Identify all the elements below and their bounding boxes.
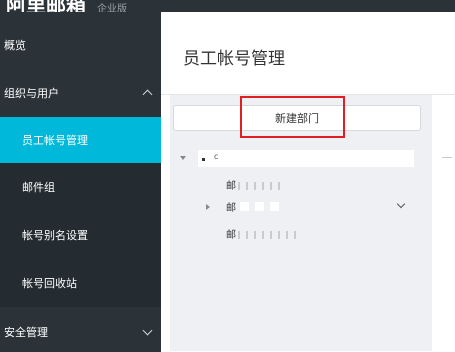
tree-node-label: 邮 <box>226 230 236 241</box>
tree-root-node[interactable]: c <box>198 150 414 167</box>
tree-node[interactable]: 邮 <box>226 199 285 214</box>
sidebar-item-label: 帐号回收站 <box>22 277 77 290</box>
main-content: 员工帐号管理 新建部门 c 邮 邮 邮 <box>161 12 455 351</box>
tree-node[interactable]: 邮 <box>226 177 286 192</box>
tree-node[interactable]: 邮 <box>226 226 302 241</box>
redacted-text <box>238 231 302 239</box>
tree-node-label: 邮 <box>226 203 236 214</box>
tree-root-label: c <box>214 152 221 161</box>
department-tree-panel: 新建部门 c 邮 邮 邮 <box>170 95 432 351</box>
sidebar-item-mail-groups[interactable]: 邮件组 <box>0 163 161 211</box>
caret-down-icon[interactable] <box>180 156 186 160</box>
sidebar-item-overview[interactable]: 概览 <box>0 26 161 64</box>
logo-subtext: 企业版 <box>96 4 127 12</box>
bullet-icon <box>202 158 205 161</box>
sidebar-group-label: 组织与用户 <box>4 87 59 100</box>
redacted-text <box>238 182 286 190</box>
sidebar: 概览 组织与用户 员工帐号管理 邮件组 帐号别名设置 帐号回收站 安全管理 <box>0 12 161 352</box>
detail-pane <box>432 95 455 351</box>
sidebar-item-label: 邮件组 <box>22 181 55 194</box>
chevron-up-icon <box>142 89 153 100</box>
sidebar-item-account-alias[interactable]: 帐号别名设置 <box>0 211 161 259</box>
sidebar-item-label: 概览 <box>4 39 26 52</box>
tree-node-label: 邮 <box>226 181 236 192</box>
sidebar-item-label: 帐号别名设置 <box>22 229 88 242</box>
logo-text: 阿里邮箱 <box>6 0 86 12</box>
caret-right-icon[interactable] <box>206 204 210 210</box>
top-bar: 阿里邮箱 企业版 <box>0 0 455 12</box>
redacted-text <box>240 202 285 214</box>
page-title: 员工帐号管理 <box>183 49 285 69</box>
sidebar-group-security[interactable]: 安全管理 <box>0 312 161 352</box>
chevron-down-icon[interactable] <box>396 199 406 209</box>
highlight-annotation-box <box>240 96 345 138</box>
sidebar-group-label: 安全管理 <box>4 326 48 339</box>
sidebar-item-label: 员工帐号管理 <box>22 134 88 147</box>
sidebar-item-account-recycle-bin[interactable]: 帐号回收站 <box>0 259 161 307</box>
chevron-down-icon <box>142 325 153 336</box>
sidebar-item-employee-accounts[interactable]: 员工帐号管理 <box>0 117 161 163</box>
sidebar-group-org-users[interactable]: 组织与用户 <box>0 74 161 112</box>
app-logo: 阿里邮箱 企业版 <box>6 0 127 12</box>
divider <box>442 157 452 158</box>
